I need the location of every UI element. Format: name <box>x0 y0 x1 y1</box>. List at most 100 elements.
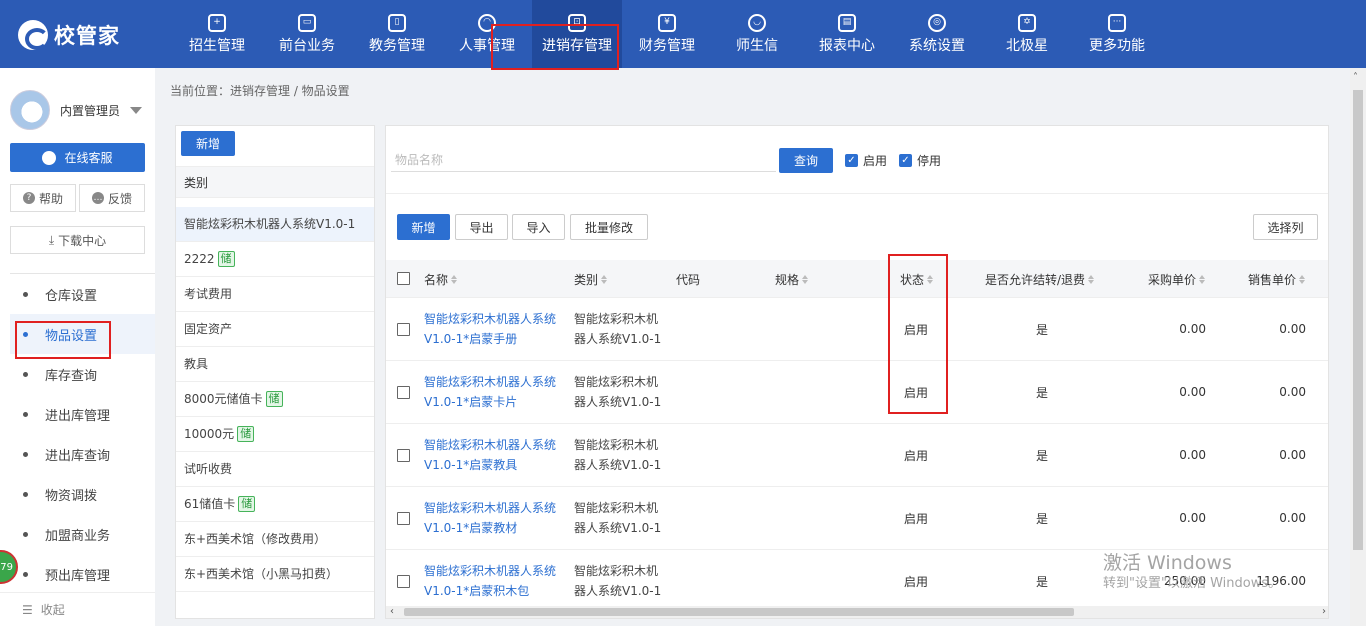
item-category: 智能炫彩积木机器人系统V1.0-1 <box>574 375 662 409</box>
sort-icon[interactable] <box>1088 274 1095 284</box>
add-item-button[interactable]: 新增 <box>397 214 450 240</box>
category-item[interactable]: 东+西美术馆（修改费用） <box>176 522 374 557</box>
sidebar-item-2[interactable]: 库存查询 <box>10 354 155 394</box>
item-name-link[interactable]: 智能炫彩积木机器人系统V1.0-1*启蒙手册 <box>424 298 564 360</box>
nav-item-9[interactable]: ✡ 北极星 <box>982 0 1072 68</box>
nav-item-4[interactable]: ⊡ 进销存管理 <box>532 0 622 68</box>
sidebar-item-label: 预出库管理 <box>45 568 111 584</box>
scrollbar-thumb[interactable] <box>1353 90 1363 550</box>
scroll-up-icon[interactable]: ˄ <box>1353 72 1358 83</box>
category-name: 考试费用 <box>184 287 233 301</box>
category-item[interactable]: 固定资产 <box>176 312 374 347</box>
scrollbar-thumb[interactable] <box>404 608 1074 616</box>
category-item[interactable]: 东+西美术馆（小黑马扣费） <box>176 557 374 592</box>
sidebar-item-6[interactable]: 加盟商业务 <box>10 514 155 554</box>
sort-icon[interactable] <box>1199 274 1206 284</box>
nav-item-5[interactable]: ¥ 财务管理 <box>622 0 712 68</box>
sidebar-item-3[interactable]: 进出库管理 <box>10 394 155 434</box>
export-button[interactable]: 导出 <box>455 214 508 240</box>
column-header[interactable]: 是否允许结转/退费 <box>985 260 1095 298</box>
category-item[interactable]: 8000元储值卡储 <box>176 382 374 417</box>
online-service-button[interactable]: 在线客服 <box>10 143 145 172</box>
sidebar-item-1[interactable]: 物品设置 <box>10 314 155 354</box>
book-icon: ▯ <box>388 13 406 32</box>
collapse-button[interactable]: ☰ 收起 <box>0 592 155 626</box>
sidebar-item-0[interactable]: 仓库设置 <box>10 274 155 314</box>
item-name-link[interactable]: 智能炫彩积木机器人系统V1.0-1*启蒙积木包 <box>424 550 564 612</box>
add-category-button[interactable]: 新增 <box>181 131 235 156</box>
vertical-scrollbar[interactable]: ˄ <box>1350 68 1366 626</box>
row-checkbox[interactable] <box>397 386 410 399</box>
scroll-right-icon[interactable]: › <box>1322 606 1326 618</box>
filter-disabled-checkbox[interactable]: ✓ 停用 <box>899 152 941 169</box>
sort-icon[interactable] <box>802 274 809 284</box>
item-name-link[interactable]: 智能炫彩积木机器人系统V1.0-1*启蒙教材 <box>424 487 564 549</box>
batch-edit-button[interactable]: 批量修改 <box>570 214 648 240</box>
nav-item-3[interactable]: ◠ 人事管理 <box>442 0 532 68</box>
app-logo[interactable]: 校管家 <box>18 20 120 50</box>
select-columns-button[interactable]: 选择列 <box>1253 214 1318 240</box>
category-item[interactable]: 10000元储 <box>176 417 374 452</box>
column-header[interactable]: 状态 <box>900 260 934 298</box>
nav-item-1[interactable]: ▭ 前台业务 <box>262 0 352 68</box>
nav-item-0[interactable]: + 招生管理 <box>172 0 262 68</box>
feedback-icon: … <box>91 192 104 204</box>
floating-badge-count: 79 <box>0 561 13 573</box>
item-name-search-input[interactable] <box>391 148 776 172</box>
category-item[interactable]: 61储值卡储 <box>176 487 374 522</box>
column-header[interactable]: 规格 <box>775 260 809 298</box>
row-checkbox[interactable] <box>397 449 410 462</box>
horizontal-scrollbar[interactable]: ‹ › <box>386 606 1328 618</box>
column-header[interactable]: 销售单价 <box>1248 260 1306 298</box>
column-header-label: 状态 <box>900 272 925 287</box>
sort-icon[interactable] <box>927 274 934 284</box>
item-name-link[interactable]: 智能炫彩积木机器人系统V1.0-1*启蒙教具 <box>424 424 564 486</box>
item-name-link[interactable]: 智能炫彩积木机器人系统V1.0-1*启蒙卡片 <box>424 361 564 423</box>
column-header[interactable]: 代码 <box>676 260 700 298</box>
nav-item-7[interactable]: ▤ 报表中心 <box>802 0 892 68</box>
sidebar-item-5[interactable]: 物资调拨 <box>10 474 155 514</box>
row-checkbox[interactable] <box>397 323 410 336</box>
item-purchase-price: 250.00 <box>1164 574 1206 588</box>
select-all-checkbox[interactable] <box>397 272 410 285</box>
sidebar-item-7[interactable]: 预出库管理 <box>10 554 155 594</box>
table-row[interactable]: 智能炫彩积木机器人系统V1.0-1*启蒙教具 智能炫彩积木机器人系统V1.0-1 启… <box>386 424 1328 487</box>
category-item[interactable]: 智能炫彩积木机器人系统V1.0-1 <box>176 207 374 242</box>
bullet-icon <box>23 491 28 497</box>
scroll-left-icon[interactable]: ‹ <box>390 606 394 618</box>
nav-item-label: 前台业务 <box>279 37 335 54</box>
user-menu[interactable]: 内置管理员 <box>10 90 143 130</box>
sort-icon[interactable] <box>451 274 458 284</box>
nav-item-10[interactable]: ··· 更多功能 <box>1072 0 1162 68</box>
download-center-button[interactable]: ⤓ 下载中心 <box>10 226 145 254</box>
feedback-button[interactable]: … 反馈 <box>79 184 145 212</box>
item-status: 启用 <box>904 448 929 463</box>
column-header[interactable]: 名称 <box>424 260 458 298</box>
row-checkbox[interactable] <box>397 575 410 588</box>
help-button[interactable]: ? 帮助 <box>10 184 76 212</box>
table-row[interactable]: 智能炫彩积木机器人系统V1.0-1*启蒙教材 智能炫彩积木机器人系统V1.0-1 启… <box>386 487 1328 550</box>
row-checkbox[interactable] <box>397 512 410 525</box>
sidebar-item-4[interactable]: 进出库查询 <box>10 434 155 474</box>
table-row[interactable]: 智能炫彩积木机器人系统V1.0-1*启蒙积木包 智能炫彩积木机器人系统V1.0-1… <box>386 550 1328 613</box>
category-item[interactable]: 教具 <box>176 347 374 382</box>
category-item[interactable]: 2222 储 <box>176 242 374 277</box>
filter-enabled-checkbox[interactable]: ✓ 启用 <box>845 152 887 169</box>
nav-item-6[interactable]: ◡ 师生信 <box>712 0 802 68</box>
table-row[interactable]: 智能炫彩积木机器人系统V1.0-1*启蒙手册 智能炫彩积木机器人系统V1.0-1 启… <box>386 298 1328 361</box>
item-category: 智能炫彩积木机器人系统V1.0-1 <box>574 564 662 598</box>
item-category: 智能炫彩积木机器人系统V1.0-1 <box>574 312 662 346</box>
user-name: 内置管理员 <box>60 103 121 118</box>
query-button[interactable]: 查询 <box>779 148 833 173</box>
import-button[interactable]: 导入 <box>512 214 565 240</box>
category-item-text: 教具 <box>184 354 366 374</box>
sort-icon[interactable] <box>601 274 608 284</box>
sort-icon[interactable] <box>1299 274 1306 284</box>
nav-item-2[interactable]: ▯ 教务管理 <box>352 0 442 68</box>
table-row[interactable]: 智能炫彩积木机器人系统V1.0-1*启蒙卡片 智能炫彩积木机器人系统V1.0-1 启… <box>386 361 1328 424</box>
column-header[interactable]: 采购单价 <box>1148 260 1206 298</box>
nav-item-8[interactable]: ◎ 系统设置 <box>892 0 982 68</box>
column-header[interactable]: 类别 <box>574 260 608 298</box>
category-item[interactable]: 试听收费 <box>176 452 374 487</box>
category-item[interactable]: 考试费用 <box>176 277 374 312</box>
